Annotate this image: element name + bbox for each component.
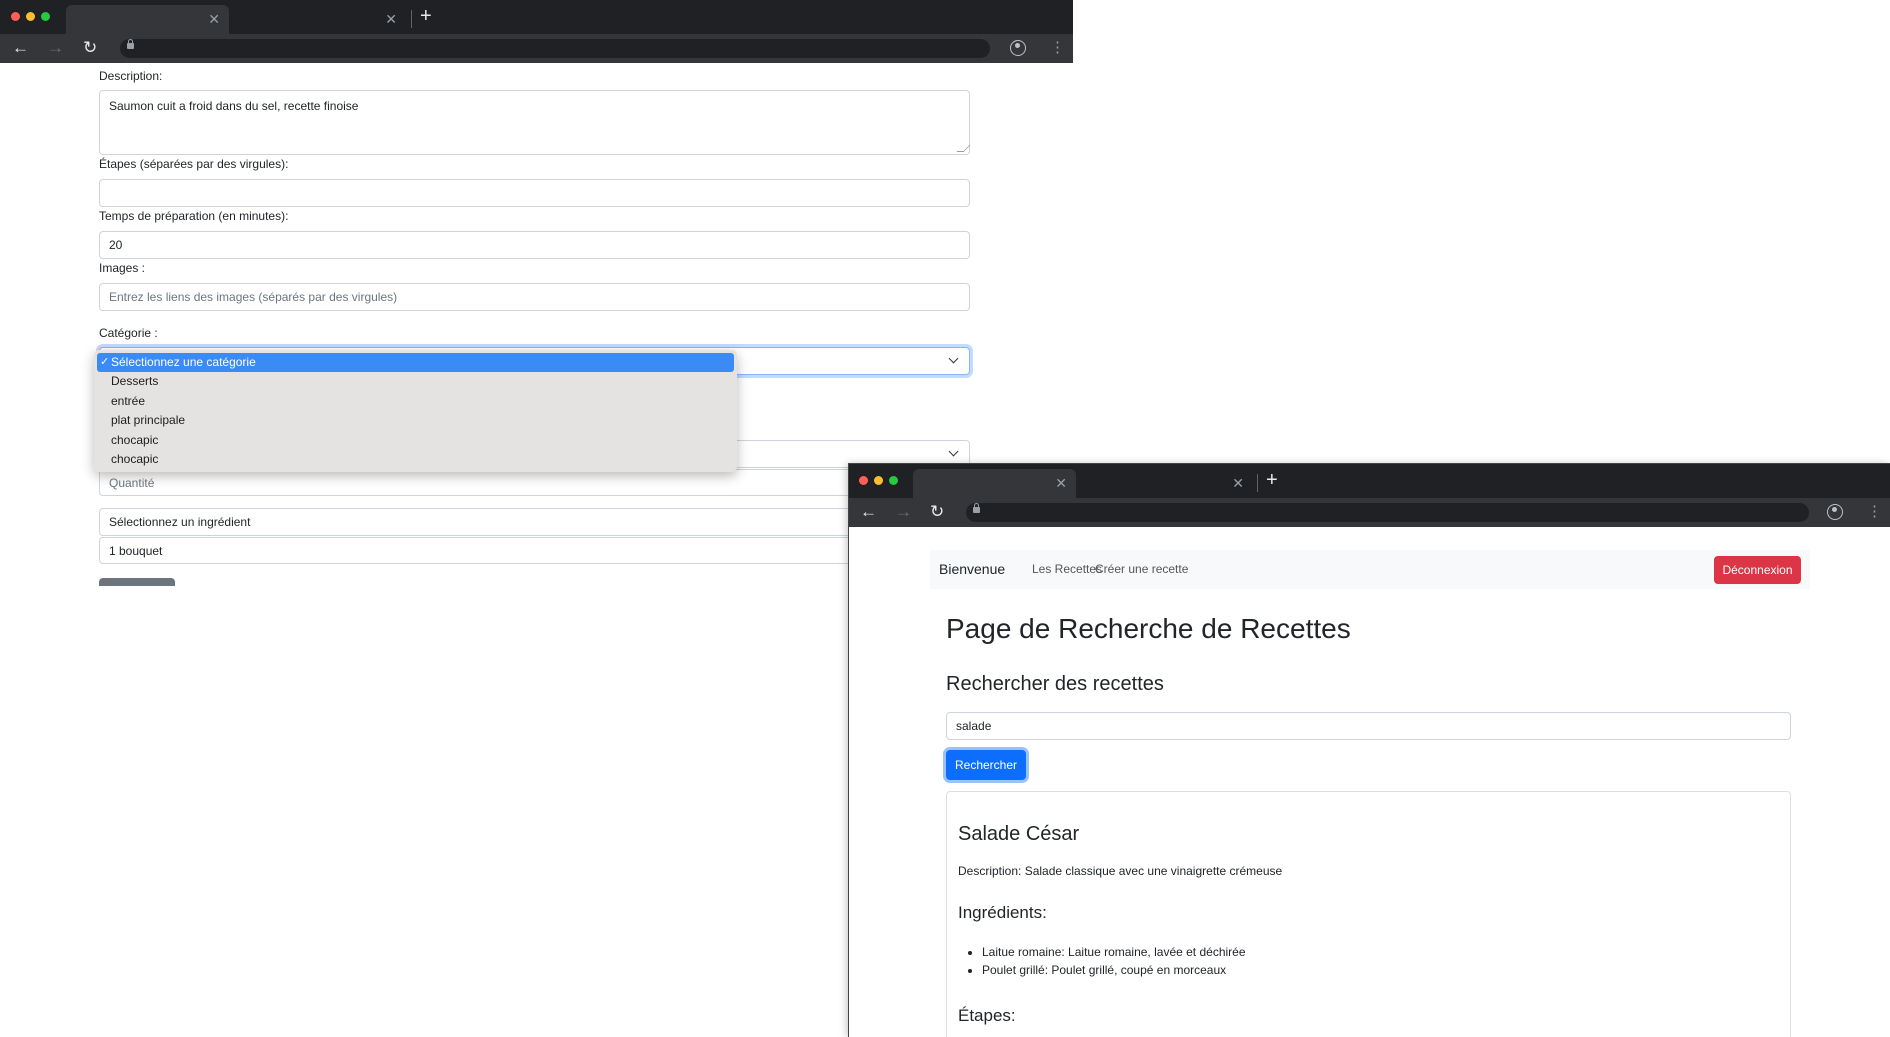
- category-label: Catégorie :: [99, 326, 158, 340]
- close-icon[interactable]: ✕: [1055, 476, 1067, 490]
- maximize-window-button[interactable]: [41, 12, 50, 21]
- nav-link-recipes[interactable]: Les Recettes: [1032, 562, 1102, 576]
- back-arrow-icon[interactable]: ←: [12, 38, 29, 58]
- tab-bar: ✕ ✕ +: [849, 464, 1890, 498]
- tab-divider: [411, 10, 412, 28]
- quantity-placeholder: Quantité: [109, 475, 155, 490]
- steps-input[interactable]: [99, 179, 970, 207]
- option-label: plat principale: [111, 413, 186, 428]
- maximize-window-button[interactable]: [889, 476, 898, 485]
- browser-window-search-recipes: ✕ ✕ + ← → ↻ ⋮ Bienvenue Les Recettes Cré…: [849, 464, 1890, 1037]
- browser-tab-active[interactable]: ✕: [66, 5, 229, 34]
- reload-icon[interactable]: ↻: [83, 38, 97, 58]
- option-label: entrée: [111, 393, 146, 408]
- option-label: Desserts: [111, 374, 159, 389]
- kebab-menu-icon[interactable]: ⋮: [1050, 39, 1065, 57]
- checkmark-icon: ✓: [100, 356, 110, 368]
- close-icon[interactable]: ✕: [1232, 476, 1244, 490]
- profile-icon[interactable]: [1827, 504, 1843, 520]
- option-label: Sélectionnez une catégorie: [111, 355, 256, 369]
- recipe-title: Salade César: [958, 823, 1080, 845]
- resize-handle[interactable]: [956, 145, 971, 152]
- close-window-button[interactable]: [859, 476, 868, 485]
- address-bar[interactable]: [120, 39, 990, 58]
- option-label: chocapic: [111, 451, 159, 466]
- description-value: Saumon cuit a froid dans du sel, recette…: [109, 99, 359, 113]
- dropdown-option[interactable]: chocapic: [97, 431, 734, 450]
- list-item: Laitue romaine: Laitue romaine, lavée et…: [982, 943, 1246, 961]
- profile-icon[interactable]: [1010, 40, 1026, 56]
- logout-button[interactable]: Déconnexion: [1714, 556, 1801, 584]
- ingredient-select-2[interactable]: Sélectionnez un ingrédient: [99, 508, 970, 536]
- category-dropdown-menu: ✓ Sélectionnez une catégorie Desserts en…: [94, 350, 737, 472]
- prep-time-label: Temps de préparation (en minutes):: [99, 209, 289, 223]
- browser-toolbar: ← → ↻ ⋮: [849, 498, 1890, 527]
- images-input[interactable]: Entrez les liens des images (séparés par…: [99, 283, 970, 311]
- forward-arrow-icon[interactable]: →: [47, 38, 64, 58]
- quantity-input[interactable]: Quantité: [99, 469, 970, 496]
- prep-time-value: 20: [109, 238, 123, 252]
- search-input[interactable]: salade: [946, 712, 1791, 740]
- recipe-result-card: Salade César Description: Salade classiq…: [946, 791, 1791, 1037]
- nav-link-create-recipe[interactable]: Créer une recette: [1095, 562, 1188, 576]
- address-bar[interactable]: [966, 503, 1809, 522]
- option-label: chocapic: [111, 432, 159, 447]
- recipe-description: Description: Salade classique avec une v…: [958, 864, 1283, 878]
- quantity-input-2[interactable]: 1 bouquet: [99, 537, 970, 564]
- dropdown-option[interactable]: chocapic: [97, 450, 734, 469]
- steps-label: Étapes (séparées par des virgules):: [99, 157, 289, 171]
- dropdown-option[interactable]: ✓ Sélectionnez une catégorie: [97, 353, 734, 373]
- search-value: salade: [956, 719, 992, 733]
- chevron-down-icon: [948, 446, 959, 457]
- description-label: Description:: [99, 69, 163, 83]
- dropdown-option[interactable]: entrée: [97, 392, 734, 411]
- minimize-window-button[interactable]: [26, 12, 35, 21]
- forward-arrow-icon[interactable]: →: [895, 502, 912, 522]
- minimize-window-button[interactable]: [874, 476, 883, 485]
- back-arrow-icon[interactable]: ←: [860, 502, 877, 522]
- close-icon[interactable]: ✕: [385, 12, 397, 26]
- kebab-menu-icon[interactable]: ⋮: [1867, 503, 1882, 521]
- description-textarea[interactable]: Saumon cuit a froid dans du sel, recette…: [99, 90, 971, 155]
- tab-bar: ✕ ✕ +: [0, 0, 1073, 34]
- list-item: Poulet grillé: Poulet grillé, coupé en m…: [982, 961, 1246, 979]
- ingredient-select-value: Sélectionnez un ingrédient: [109, 515, 251, 529]
- ingredients-list: Laitue romaine: Laitue romaine, lavée et…: [982, 943, 1246, 979]
- plus-icon[interactable]: +: [420, 6, 432, 26]
- lock-icon: [127, 39, 134, 49]
- chevron-down-icon: [948, 353, 959, 364]
- prep-time-input[interactable]: 20: [99, 231, 970, 259]
- page-title: Page de Recherche de Recettes: [946, 613, 1351, 644]
- reload-icon[interactable]: ↻: [930, 502, 944, 522]
- browser-tab[interactable]: ✕: [232, 5, 406, 34]
- browser-toolbar: ← → ↻ ⋮: [0, 34, 1073, 63]
- tab-divider: [1257, 474, 1258, 492]
- browser-tab-active[interactable]: ✕: [913, 469, 1076, 498]
- navbar-brand[interactable]: Bienvenue: [939, 561, 1005, 577]
- images-placeholder: Entrez les liens des images (séparés par…: [109, 290, 398, 304]
- add-ingredient-button[interactable]: [99, 578, 175, 586]
- plus-icon[interactable]: +: [1266, 470, 1278, 490]
- quantity-value: 1 bouquet: [109, 543, 163, 558]
- search-button[interactable]: Rechercher: [946, 750, 1026, 780]
- steps-heading: Étapes:: [958, 1006, 1016, 1025]
- close-icon[interactable]: ✕: [208, 12, 220, 26]
- ingredients-heading: Ingrédients:: [958, 903, 1047, 922]
- site-navbar: Bienvenue Les Recettes Créer une recette…: [930, 550, 1810, 589]
- search-heading: Rechercher des recettes: [946, 673, 1164, 695]
- images-label: Images :: [99, 261, 146, 275]
- dropdown-option[interactable]: Desserts: [97, 372, 734, 391]
- lock-icon: [973, 503, 980, 513]
- dropdown-option[interactable]: plat principale: [97, 411, 734, 430]
- browser-tab[interactable]: ✕: [1079, 469, 1253, 498]
- close-window-button[interactable]: [11, 12, 20, 21]
